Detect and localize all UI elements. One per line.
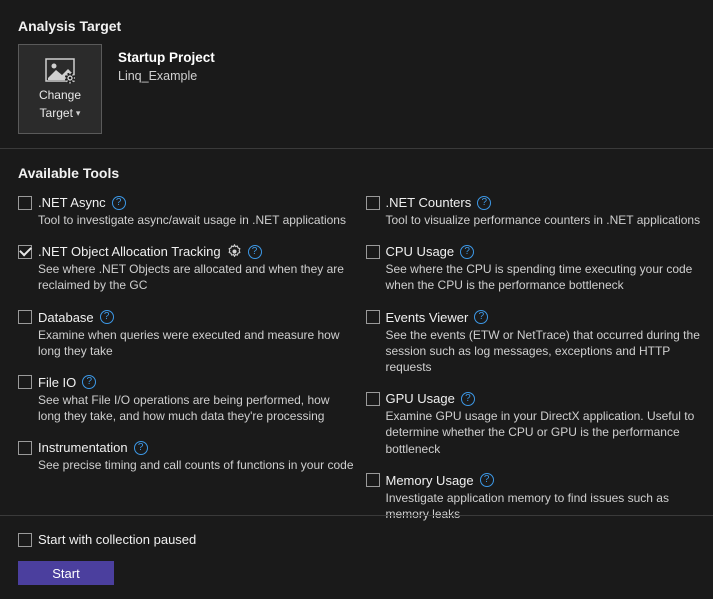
change-target-button[interactable]: Change Target ▾ [18,44,102,134]
available-tools-header: Available Tools [18,165,713,181]
tool-help-icon-net-counters[interactable]: ? [477,196,491,210]
tool-help-icon-cpu-usage[interactable]: ? [460,245,474,259]
tool-settings-gear-icon-net-object-allocation-tracking[interactable] [227,244,242,259]
analysis-target-header: Analysis Target [18,18,713,34]
tool-help-icon-net-async[interactable]: ? [112,196,126,210]
tool-checkbox-net-object-allocation-tracking[interactable] [18,245,32,259]
section-divider [0,148,713,149]
tool-label-file-io[interactable]: File IO [38,375,76,390]
tool-label-memory-usage[interactable]: Memory Usage [386,473,474,488]
tool-description-instrumentation: See precise timing and call counts of fu… [18,457,354,473]
tool-help-icon-net-object-allocation-tracking[interactable]: ? [248,245,262,259]
tool-description-file-io: See what File I/O operations are being p… [18,392,354,424]
change-target-label-line2: Target [40,106,73,120]
tool-description-net-object-allocation-tracking: See where .NET Objects are allocated and… [18,261,354,293]
tool-checkbox-instrumentation[interactable] [18,441,32,455]
tool-help-icon-file-io[interactable]: ? [82,375,96,389]
startup-project-label: Startup Project [118,50,215,65]
tool-help-icon-instrumentation[interactable]: ? [134,441,148,455]
tool-description-gpu-usage: Examine GPU usage in your DirectX applic… [366,408,702,457]
tool-label-instrumentation[interactable]: Instrumentation [38,440,128,455]
tool-checkbox-net-counters[interactable] [366,196,380,210]
tool-help-icon-gpu-usage[interactable]: ? [461,392,475,406]
tool-label-net-async[interactable]: .NET Async [38,195,106,210]
tool-checkbox-net-async[interactable] [18,196,32,210]
tool-description-net-async: Tool to investigate async/await usage in… [18,212,354,228]
tool-label-gpu-usage[interactable]: GPU Usage [386,391,455,406]
tool-checkbox-file-io[interactable] [18,375,32,389]
tool-label-net-counters[interactable]: .NET Counters [386,195,472,210]
start-paused-checkbox[interactable] [18,533,32,547]
change-target-icon [45,58,75,84]
tool-help-icon-database[interactable]: ? [100,310,114,324]
selected-project-name: Linq_Example [118,69,215,83]
tool-description-database: Examine when queries were executed and m… [18,327,354,359]
tool-checkbox-database[interactable] [18,310,32,324]
tool-description-events-viewer: See the events (ETW or NetTrace) that oc… [366,327,702,376]
change-target-label-line1: Change [39,88,81,102]
dropdown-icon: ▾ [76,108,81,119]
tool-label-database[interactable]: Database [38,310,94,325]
tool-description-cpu-usage: See where the CPU is spending time execu… [366,261,702,293]
start-paused-label[interactable]: Start with collection paused [38,532,196,547]
tool-label-events-viewer[interactable]: Events Viewer [386,310,469,325]
tool-help-icon-memory-usage[interactable]: ? [480,473,494,487]
tool-checkbox-events-viewer[interactable] [366,310,380,324]
tool-description-net-counters: Tool to visualize performance counters i… [366,212,702,228]
tool-checkbox-cpu-usage[interactable] [366,245,380,259]
tool-label-cpu-usage[interactable]: CPU Usage [386,244,455,259]
tool-help-icon-events-viewer[interactable]: ? [474,310,488,324]
tool-label-net-object-allocation-tracking[interactable]: .NET Object Allocation Tracking [38,244,221,259]
start-button[interactable]: Start [18,561,114,585]
tool-checkbox-memory-usage[interactable] [366,473,380,487]
tool-checkbox-gpu-usage[interactable] [366,392,380,406]
